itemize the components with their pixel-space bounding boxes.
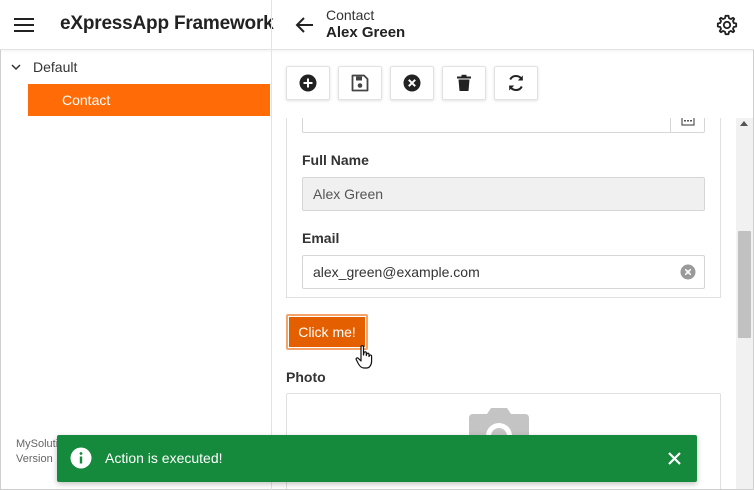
plus-circle-icon [299, 74, 317, 92]
scroll-thumb[interactable] [738, 231, 751, 338]
email-label: Email [302, 230, 340, 246]
photo-label: Photo [286, 369, 326, 385]
header: eXpressApp Framework Contact Alex Green [0, 0, 754, 50]
cancel-button[interactable] [390, 66, 434, 100]
full-name-label: Full Name [302, 152, 369, 168]
gear-icon[interactable] [716, 14, 738, 36]
toolbar [286, 66, 546, 100]
new-button[interactable] [286, 66, 330, 100]
trash-icon [457, 74, 471, 91]
date-field[interactable] [302, 118, 705, 133]
view-caption: Contact [326, 7, 375, 23]
full-name-field: Alex Green [302, 177, 705, 211]
close-circle-icon [403, 74, 421, 92]
calendar-icon[interactable] [670, 118, 704, 132]
clear-icon[interactable] [680, 264, 696, 280]
scroll-up-arrow-icon[interactable] [740, 121, 748, 126]
email-field[interactable]: alex_green@example.com [302, 255, 705, 289]
toast-message: Action is executed! [105, 450, 223, 466]
view-title: Alex Green [326, 24, 406, 41]
chevron-down-icon [11, 64, 21, 71]
vertical-scrollbar[interactable] [736, 118, 753, 489]
close-icon[interactable] [667, 451, 682, 466]
sidebar: Default Contact MySolution Version [1, 51, 271, 489]
save-button[interactable] [338, 66, 382, 100]
refresh-icon [509, 75, 523, 91]
back-arrow-icon[interactable] [294, 14, 316, 36]
app-title: eXpressApp Framework [60, 13, 274, 34]
hand-pointer-icon [355, 345, 373, 369]
detail-view-content: Full Name Alex Green Email alex_green@ex… [272, 118, 736, 489]
toast-notification: Action is executed! [57, 435, 697, 482]
nav-group-label: Default [33, 59, 78, 75]
email-value: alex_green@example.com [313, 264, 480, 280]
nav-group-default[interactable]: Default [9, 59, 77, 75]
save-icon [351, 74, 369, 92]
delete-button[interactable] [442, 66, 486, 100]
refresh-button[interactable] [494, 66, 538, 100]
sidebar-item-contact[interactable]: Contact [28, 84, 270, 116]
info-icon [70, 447, 92, 469]
hamburger-menu-icon[interactable] [14, 15, 36, 35]
